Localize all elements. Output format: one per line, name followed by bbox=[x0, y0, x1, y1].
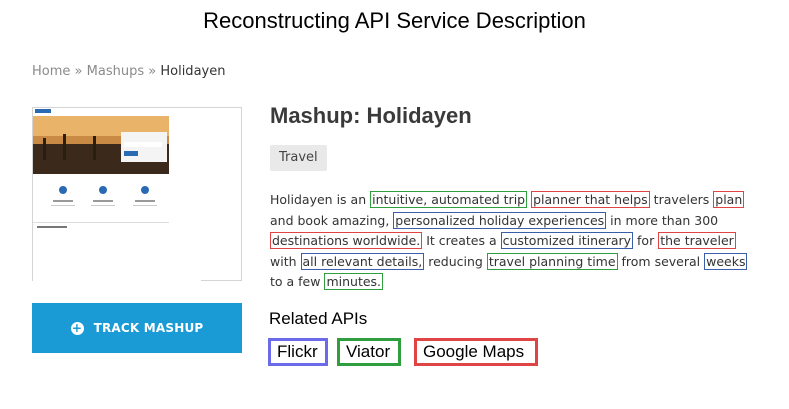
breadcrumb-separator: » bbox=[74, 64, 83, 79]
breadcrumb-separator: » bbox=[148, 64, 157, 79]
highlight-red: plan bbox=[713, 191, 745, 208]
breadcrumb-mashups[interactable]: Mashups bbox=[87, 64, 144, 79]
track-mashup-label: TRACK MASHUP bbox=[93, 321, 204, 335]
description-text: from several bbox=[617, 253, 705, 269]
highlight-green: travel planning time bbox=[486, 252, 618, 270]
related-api-viator[interactable]: Viator bbox=[337, 338, 401, 366]
category-tag[interactable]: Travel bbox=[270, 145, 327, 171]
highlight-blue: customized itinerary bbox=[500, 232, 634, 249]
highlight-green: intuitive, automated trip bbox=[370, 191, 528, 208]
related-api-google-maps[interactable]: Google Maps bbox=[414, 338, 538, 366]
related-apis-heading: Related APIs bbox=[269, 309, 368, 328]
description-text: It creates a bbox=[422, 233, 501, 248]
page-title: Mashup: Holidayen bbox=[270, 103, 472, 128]
description-text: with bbox=[270, 253, 301, 269]
highlight-red: the traveler bbox=[658, 232, 736, 249]
description-text: to a few bbox=[270, 274, 325, 289]
description-text: travelers bbox=[649, 192, 714, 207]
mashup-thumbnail bbox=[32, 107, 242, 314]
highlight-blue: personalized holiday experiences bbox=[393, 211, 607, 229]
highlight-red: planner that helps bbox=[531, 191, 650, 208]
breadcrumb-home[interactable]: Home bbox=[32, 64, 70, 79]
highlight-red: destinations worldwide. bbox=[270, 232, 423, 249]
description-text: in more than 300 bbox=[606, 212, 719, 228]
description-text: and book amazing, bbox=[270, 212, 394, 228]
description-text: Holidayen is an bbox=[270, 192, 371, 207]
highlight-green: minutes. bbox=[324, 273, 384, 290]
highlight-blue: all relevant details, bbox=[300, 252, 425, 270]
description-text: reducing bbox=[424, 253, 487, 269]
mashup-description: Holidayen is an intuitive, automated tri… bbox=[270, 190, 755, 293]
related-api-flickr[interactable]: Flickr bbox=[268, 338, 328, 366]
breadcrumb: Home » Mashups » Holidayen bbox=[32, 64, 225, 79]
description-text: for bbox=[633, 233, 659, 248]
breadcrumb-current: Holidayen bbox=[160, 64, 226, 79]
track-mashup-button[interactable]: + TRACK MASHUP bbox=[32, 303, 242, 353]
highlight-blue: weeks bbox=[704, 252, 748, 270]
figure-title: Reconstructing API Service Description bbox=[203, 8, 586, 33]
plus-circle-icon: + bbox=[70, 321, 84, 335]
website-screenshot-image bbox=[33, 108, 201, 314]
